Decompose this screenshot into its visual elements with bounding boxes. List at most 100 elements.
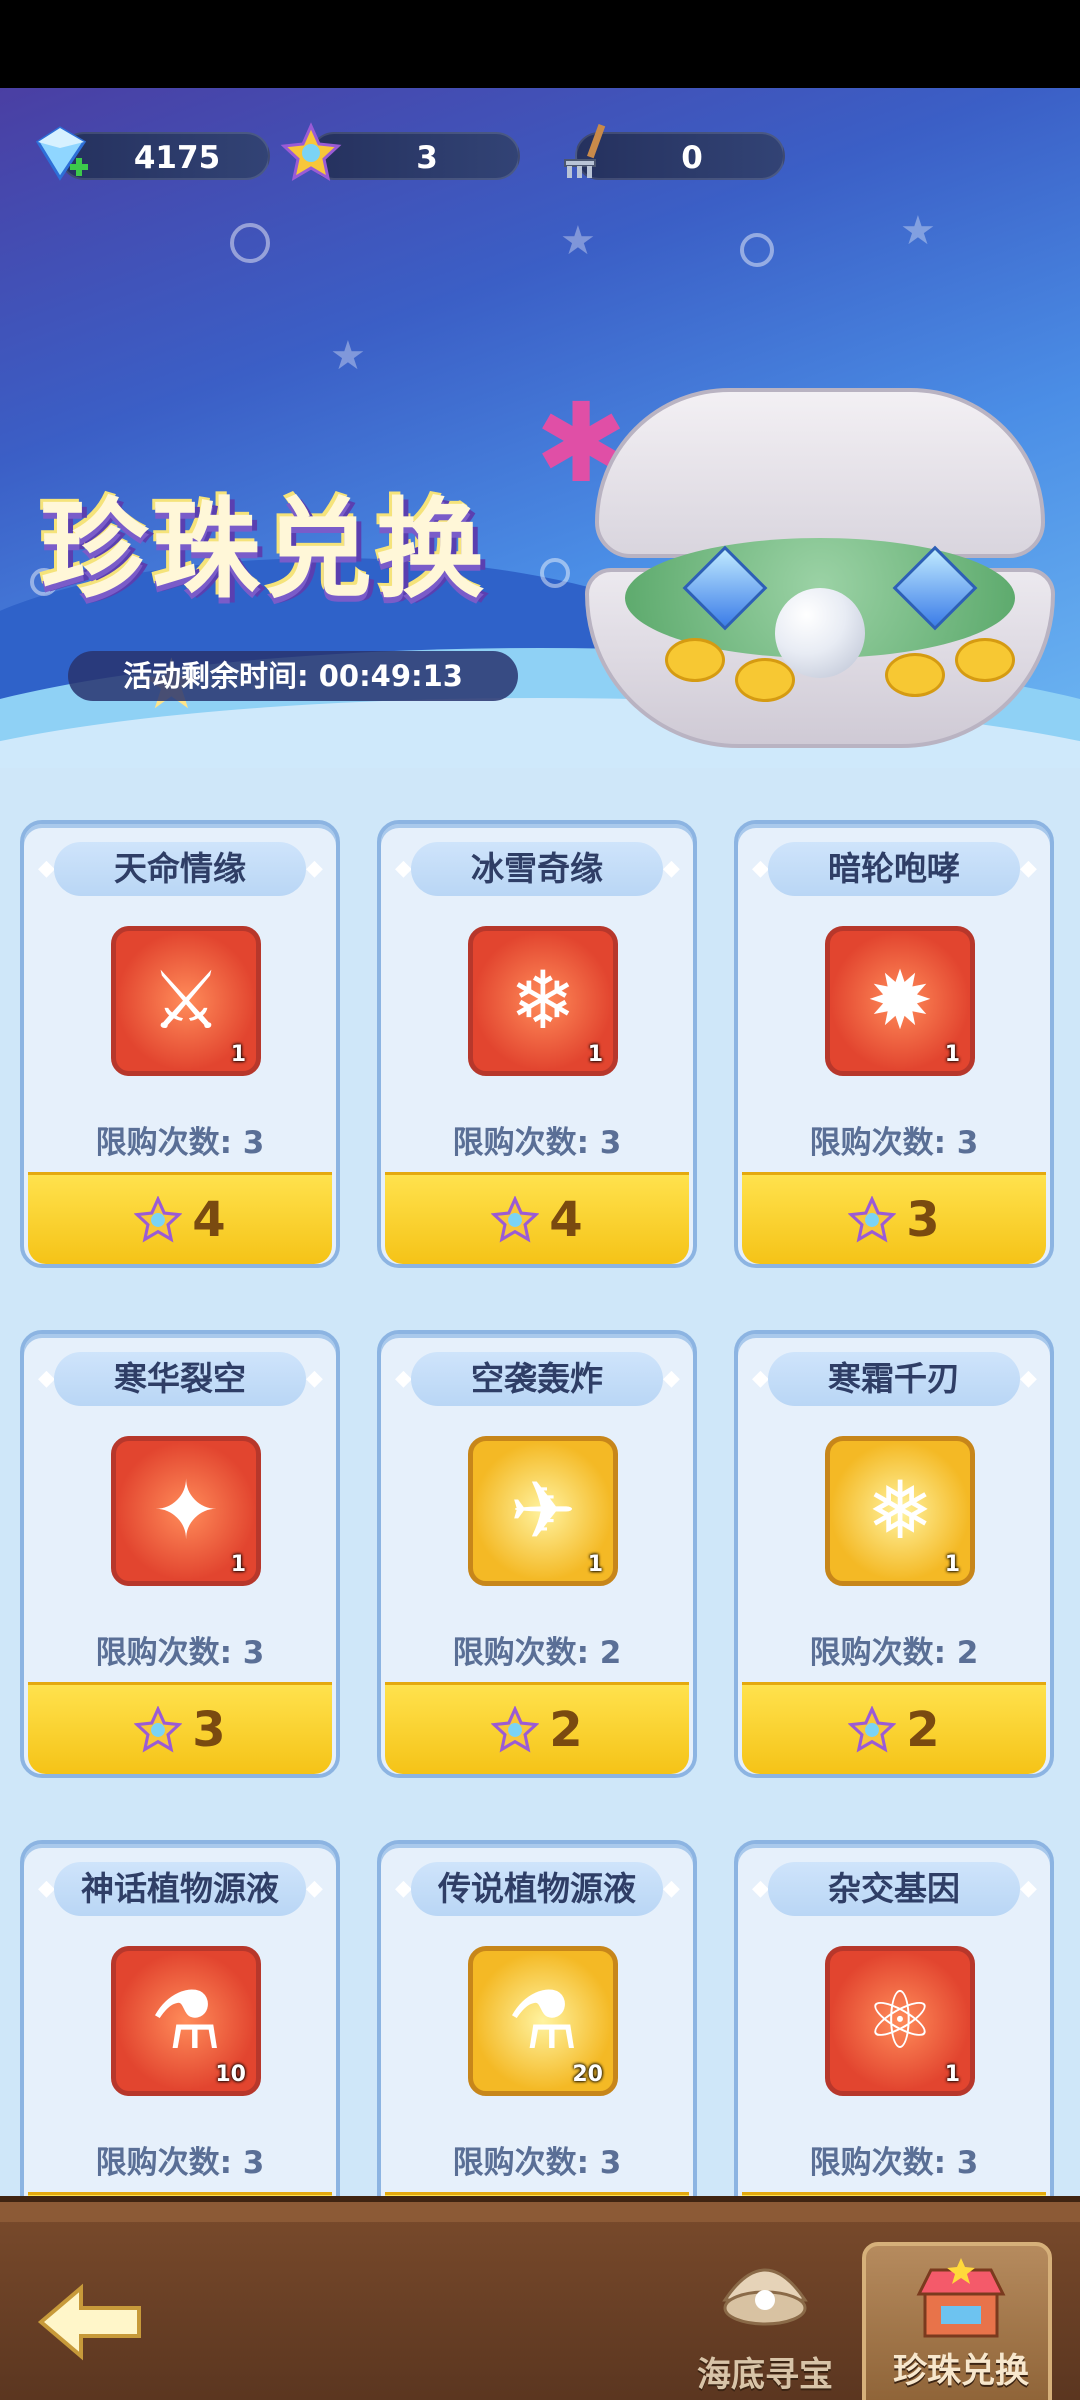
buy-button[interactable]: 4: [385, 1172, 689, 1264]
item-quantity: 1: [587, 1552, 603, 1577]
diamond-plus-icon[interactable]: [30, 122, 92, 184]
tab-ornament: ◆: [38, 856, 55, 881]
tab-ornament: ◆: [395, 1876, 412, 1901]
item-price: 3: [906, 1191, 940, 1248]
tab-ornament: ◆: [663, 1366, 680, 1391]
nav-rail: [0, 2202, 1080, 2222]
item-icon-frame[interactable]: ⚗ 10: [111, 1946, 261, 2096]
tab-ornament: ◆: [38, 1876, 55, 1901]
rake-icon: [555, 120, 617, 182]
star-coin-icon: [134, 1195, 183, 1244]
timer-value: 00:49:13: [318, 659, 463, 693]
tab-ornament: ◆: [306, 1366, 323, 1391]
item-quantity: 20: [572, 2062, 603, 2087]
shop-item-card[interactable]: ◆ ◆ 天命情缘 ⚔ 1 限购次数: 34: [20, 820, 340, 1268]
shop-item-card[interactable]: ◆ ◆ 冰雪奇缘 ❄ 1 限购次数: 34: [377, 820, 697, 1268]
star-coin-count: 3: [416, 140, 438, 176]
back-arrow-icon: [37, 2283, 141, 2361]
event-timer: 活动剩余时间: 00:49:13: [68, 651, 518, 701]
tab-ornament: ◆: [1020, 1366, 1037, 1391]
back-button[interactable]: [30, 2272, 150, 2372]
ice-armor-icon: ❄: [509, 954, 577, 1047]
tab-label: 海底寻宝: [697, 2355, 833, 2395]
purchase-limit: 限购次数: 2: [452, 1635, 622, 1671]
buy-button[interactable]: 3: [742, 1172, 1046, 1264]
item-name: 空袭轰炸: [411, 1352, 663, 1406]
purchase-limit: 限购次数: 3: [809, 1125, 979, 1161]
item-name: 冰雪奇缘: [411, 842, 663, 896]
item-name: 天命情缘: [54, 842, 306, 896]
star-coin-icon: [134, 1705, 183, 1754]
tab-label: 珍珠兑换: [893, 2351, 1029, 2391]
timer-label: 活动剩余时间:: [123, 659, 309, 693]
item-icon-frame[interactable]: ⚛ 1: [825, 1946, 975, 2096]
item-name: 寒霜千刃: [768, 1352, 1020, 1406]
shop-stall-icon: [911, 2254, 1011, 2344]
tab-ornament: ◆: [752, 1876, 769, 1901]
item-quantity: 1: [944, 1552, 960, 1577]
purchase-limit: 限购次数: 3: [95, 2145, 265, 2181]
item-icon-frame[interactable]: ⚗ 20: [468, 1946, 618, 2096]
shop-item-card[interactable]: ◆ ◆ 寒华裂空 ✦ 1 限购次数: 3 3: [20, 1330, 340, 1778]
item-quantity: 1: [944, 1042, 960, 1067]
status-bar: [0, 0, 1080, 88]
purchase-limit: 限购次数: 3: [95, 1125, 265, 1161]
star-coin-icon: [280, 122, 342, 184]
shop-item-card[interactable]: ◆ ◆ 杂交基因 ⚛ 1 限购次数: 3: [734, 1840, 1054, 2196]
item-name: 寒华裂空: [54, 1352, 306, 1406]
tab-ornament: ◆: [752, 856, 769, 881]
item-quantity: 1: [230, 1552, 246, 1577]
orange-potion-icon: ⚗: [507, 1974, 579, 2067]
item-price: 2: [906, 1701, 940, 1758]
item-price: 3: [192, 1701, 226, 1758]
tab-seabed-treasure[interactable]: 海底寻宝: [670, 2242, 860, 2400]
purchase-limit: 限购次数: 3: [452, 2145, 622, 2181]
buy-button[interactable]: 2: [385, 1682, 689, 1774]
tab-ornament: ◆: [395, 856, 412, 881]
item-icon-frame[interactable]: ⚔ 1: [111, 926, 261, 1076]
star-decoration: ★: [560, 218, 596, 264]
buy-button[interactable]: 4: [28, 1172, 332, 1264]
shop-item-card[interactable]: ◆ ◆ 空袭轰炸 ✈ 1 限购次数: 22: [377, 1330, 697, 1778]
item-quantity: 1: [230, 1042, 246, 1067]
item-quantity: 1: [944, 2062, 960, 2087]
tab-ornament: ◆: [306, 856, 323, 881]
star-coin-icon: [491, 1705, 540, 1754]
shop-item-card[interactable]: ◆ ◆ 神话植物源液 ⚗ 10 限购次数: 3: [20, 1840, 340, 2196]
gene-capsule-icon: ⚛: [864, 1974, 936, 2067]
bottom-nav: 海底寻宝 珍珠兑换: [0, 2196, 1080, 2400]
star-coin-icon: [848, 1705, 897, 1754]
item-icon-frame[interactable]: ✦ 1: [111, 1436, 261, 1586]
bubble-decoration: [740, 233, 774, 267]
event-banner: ★ ★ ★ ★ ✱ 珍珠兑换 活动剩余时间: 00:49:13: [0, 88, 1080, 768]
purchase-limit: 限购次数: 3: [95, 1635, 265, 1671]
airstrike-card-icon: ✈: [509, 1464, 577, 1557]
tab-ornament: ◆: [38, 1366, 55, 1391]
tab-ornament: ◆: [663, 1876, 680, 1901]
purchase-limit: 限购次数: 3: [809, 2145, 979, 2181]
buy-button[interactable]: 3: [28, 1682, 332, 1774]
star-coin-icon: [491, 1195, 540, 1244]
buy-button[interactable]: 2: [742, 1682, 1046, 1774]
rake-count: 0: [681, 140, 703, 176]
item-icon-frame[interactable]: ❅ 1: [825, 1436, 975, 1586]
item-price: 4: [549, 1191, 583, 1248]
shop-item-card[interactable]: ◆ ◆ 传说植物源液 ⚗ 20 限购次数: 3: [377, 1840, 697, 2196]
item-icon-frame[interactable]: ❄ 1: [468, 926, 618, 1076]
armor-icon: ⚔: [150, 954, 222, 1047]
star-decoration: ★: [900, 208, 936, 254]
shop-item-card[interactable]: ◆ ◆ 寒霜千刃 ❅ 1 限购次数: 22: [734, 1330, 1054, 1778]
item-icon-frame[interactable]: ✹ 1: [825, 926, 975, 1076]
bubble-decoration: [230, 223, 270, 263]
shop-item-card[interactable]: ◆ ◆ 暗轮咆哮 ✹ 1 限购次数: 3 3: [734, 820, 1054, 1268]
purchase-limit: 限购次数: 3: [452, 1125, 622, 1161]
item-name: 暗轮咆哮: [768, 842, 1020, 896]
item-icon-frame[interactable]: ✈ 1: [468, 1436, 618, 1586]
red-potion-icon: ⚗: [150, 1974, 222, 2067]
item-name: 传说植物源液: [411, 1862, 663, 1916]
item-grid: ◆ ◆ 天命情缘 ⚔ 1 限购次数: 3 4 ◆ ◆ 冰雪奇缘 ❄ 1 限购次数: 3 4 ◆ ◆ 暗轮咆哮 ✹ 1…: [0, 768, 1080, 2196]
tab-pearl-exchange[interactable]: 珍珠兑换: [862, 2242, 1052, 2400]
tab-ornament: ◆: [1020, 856, 1037, 881]
frost-blades-card-icon: ❅: [866, 1464, 934, 1557]
page-title: 珍珠兑换: [40, 488, 489, 613]
